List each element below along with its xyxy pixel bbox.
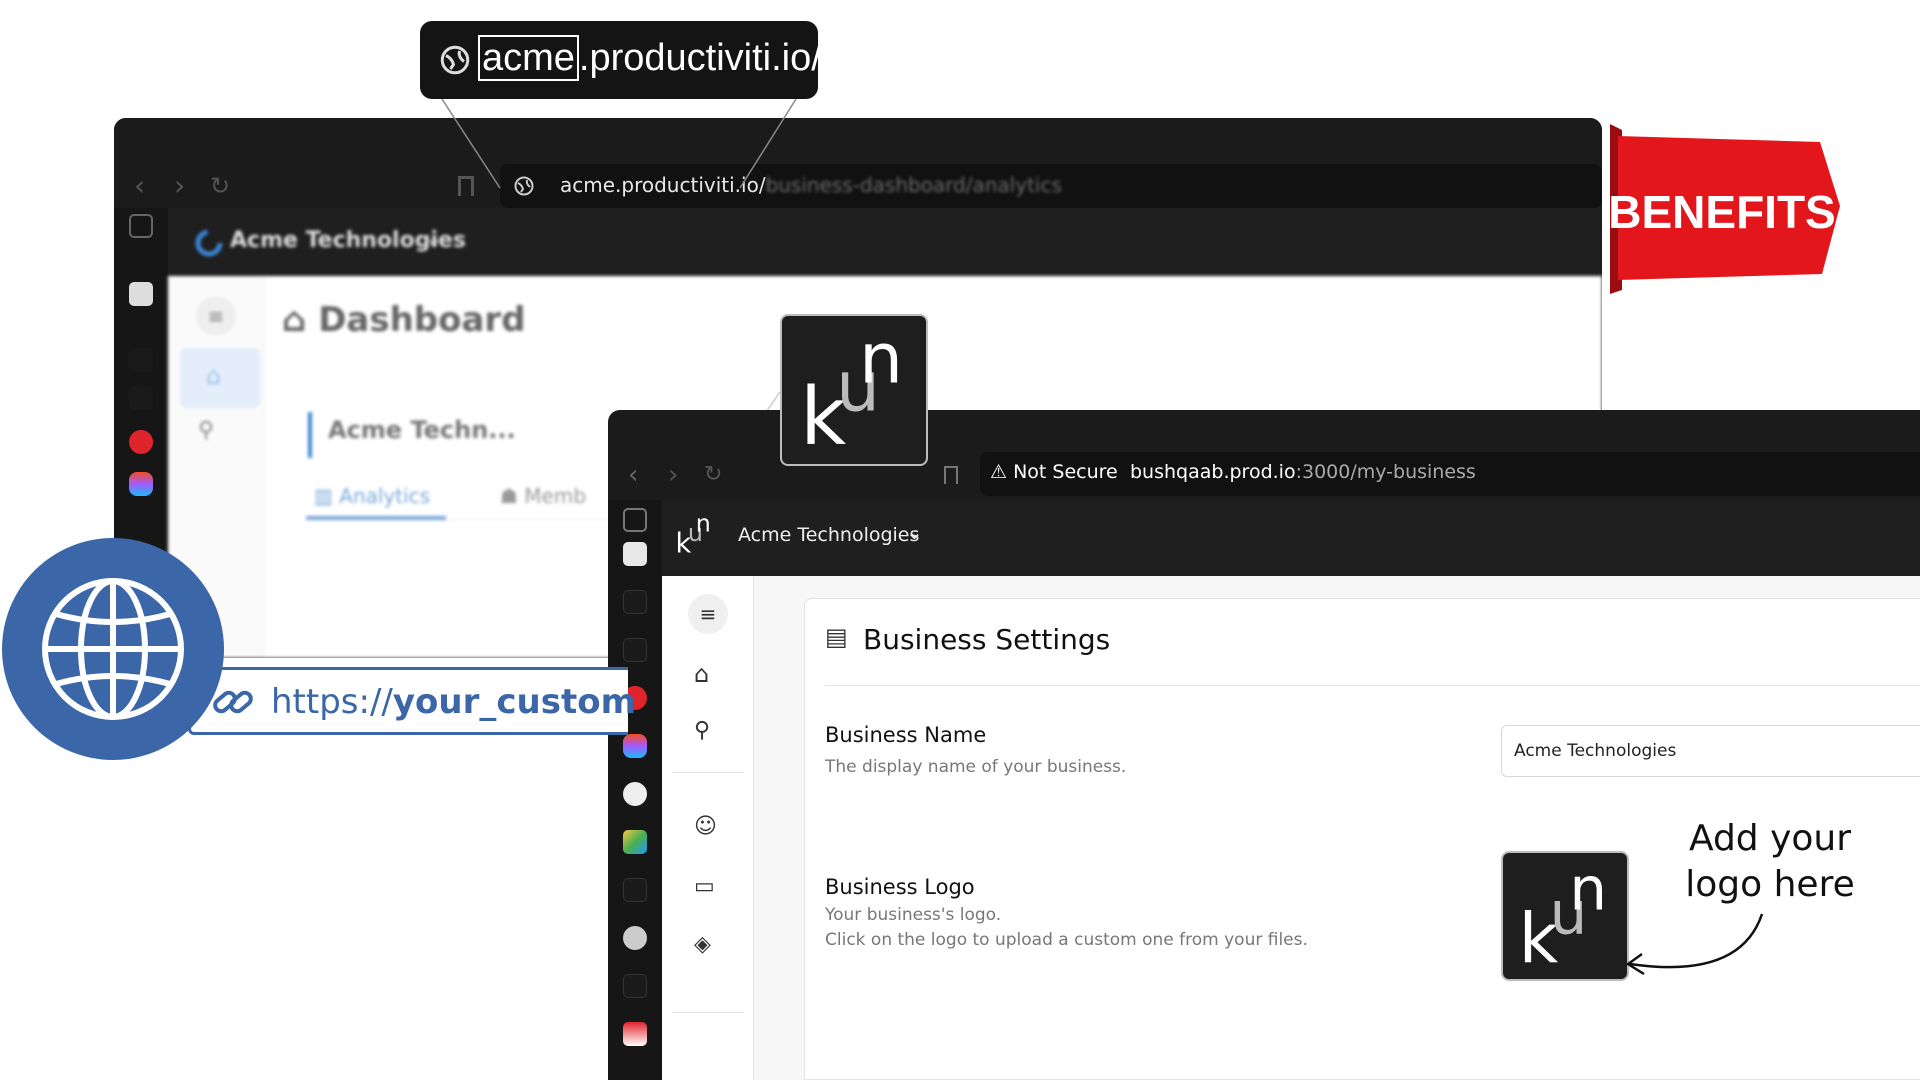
front-support-icon[interactable]: ☺ bbox=[694, 814, 717, 839]
business-logo-upload[interactable]: k u n bbox=[1501, 851, 1629, 981]
front-back-icon[interactable]: ‹ bbox=[628, 460, 638, 490]
front-org-logo-icon: k u n bbox=[676, 512, 711, 556]
front-bookmark-icon[interactable] bbox=[944, 466, 958, 484]
callout-globe-icon bbox=[440, 45, 470, 75]
settings-title: Business Settings bbox=[863, 623, 1111, 656]
svg-text:n: n bbox=[1569, 861, 1607, 924]
front-rail-check-icon[interactable] bbox=[623, 638, 647, 662]
front-rail-github-icon[interactable] bbox=[623, 782, 647, 806]
front-network-icon[interactable]: ⚲ bbox=[694, 718, 710, 743]
business-name-label: Business Name bbox=[825, 723, 987, 747]
front-rail-link3-icon[interactable] bbox=[623, 974, 647, 998]
floating-logo-tile: k u n bbox=[780, 314, 928, 466]
front-app-header: k u n Acme Technologies ⌄ bbox=[662, 500, 1920, 576]
globe-badge bbox=[2, 538, 224, 760]
front-rail-link2-icon[interactable] bbox=[623, 878, 647, 902]
front-address-bar[interactable]: ⚠ Not Secure bushqaab.prod.io:3000/my-bu… bbox=[980, 452, 1920, 496]
front-org-chevron-icon[interactable]: ⌄ bbox=[906, 520, 923, 544]
briefcase-icon: ▤ bbox=[825, 623, 848, 651]
front-rail-figma-icon[interactable] bbox=[623, 734, 647, 758]
business-logo-label: Business Logo bbox=[825, 875, 975, 899]
annotation-line-1: Add your bbox=[1688, 818, 1852, 859]
front-rail-globe-icon[interactable] bbox=[623, 926, 647, 950]
custom-url-text: https://your_custom bbox=[271, 682, 637, 722]
subdomain-callout: acme .productiviti.io/ bbox=[420, 21, 822, 99]
front-sidebar: ≡ ⌂ ⚲ ☺ ▭ ◈ bbox=[662, 576, 754, 1080]
svg-text:n: n bbox=[859, 326, 903, 399]
front-org-name[interactable]: Acme Technologies bbox=[738, 524, 919, 546]
business-name-input[interactable] bbox=[1501, 725, 1920, 777]
custom-url-box: https://your_custom bbox=[188, 667, 636, 735]
settings-divider bbox=[825, 685, 1920, 686]
front-rail-mail-icon[interactable] bbox=[623, 1022, 647, 1046]
front-rail-app-icon[interactable] bbox=[623, 542, 647, 566]
front-monitor-icon[interactable]: ▭ bbox=[694, 874, 715, 899]
svg-text:n: n bbox=[696, 512, 711, 537]
annotation-line-2: logo here bbox=[1685, 864, 1855, 905]
callout-subdomain: acme bbox=[478, 35, 579, 81]
benefits-label: BENEFITS bbox=[1608, 186, 1835, 238]
front-rail-panel-icon[interactable] bbox=[623, 508, 647, 532]
front-url-text: bushqaab.prod.io:3000/my-business bbox=[1130, 461, 1476, 483]
front-layers-icon[interactable]: ◈ bbox=[694, 932, 711, 957]
front-home-icon[interactable]: ⌂ bbox=[694, 660, 709, 688]
callout-url: acme .productiviti.io/ bbox=[478, 35, 822, 81]
front-forward-icon[interactable]: › bbox=[668, 460, 678, 490]
front-rail-link-icon[interactable] bbox=[623, 590, 647, 614]
business-logo-desc-2: Click on the logo to upload a custom one… bbox=[825, 930, 1308, 950]
front-rail-photos-icon[interactable] bbox=[623, 830, 647, 854]
callout-domain: .productiviti.io/ bbox=[578, 37, 822, 79]
front-security-indicator[interactable]: ⚠ Not Secure bbox=[990, 461, 1118, 483]
business-logo-image: k u n bbox=[1519, 861, 1607, 971]
front-menu-icon[interactable]: ≡ bbox=[688, 594, 728, 634]
benefits-ribbon: BENEFITS bbox=[1608, 124, 1840, 294]
front-app-rail bbox=[608, 500, 662, 1080]
front-sidebar-divider-2 bbox=[672, 1012, 744, 1013]
add-logo-annotation: Add your logo here bbox=[1660, 816, 1880, 908]
business-logo-desc-1: Your business's logo. bbox=[825, 905, 1002, 925]
floating-logo-image: k u n bbox=[800, 326, 903, 454]
globe-icon bbox=[42, 578, 184, 720]
link-icon bbox=[213, 690, 253, 714]
business-name-desc: The display name of your business. bbox=[825, 757, 1127, 777]
front-sidebar-divider bbox=[672, 772, 744, 773]
annotation-arrow bbox=[1625, 913, 1764, 976]
front-reload-icon[interactable]: ↻ bbox=[704, 462, 722, 487]
